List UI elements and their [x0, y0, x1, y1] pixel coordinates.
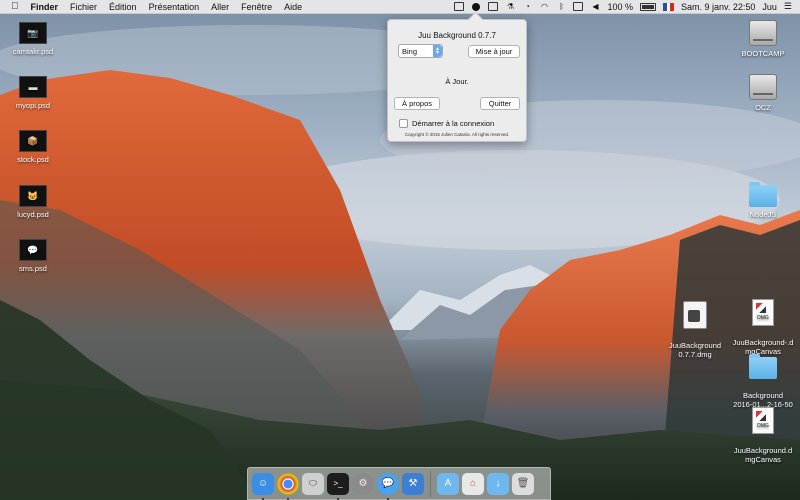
about-button[interactable]: À propos: [394, 97, 440, 110]
desktop-file-sms[interactable]: 💬 sms.psd: [0, 239, 68, 273]
dmg-file-icon: [683, 301, 707, 329]
flag-fr-icon[interactable]: [663, 2, 675, 11]
app-icon[interactable]: [488, 2, 499, 11]
desktop-item-label: OCZ: [755, 103, 771, 112]
source-select[interactable]: Bing ▴ ▾: [398, 44, 443, 58]
timemachine-icon[interactable]: ◔: [522, 2, 532, 11]
psd-thumbnail-icon: 🐱: [19, 185, 47, 207]
psd-thumbnail-icon: 📷: [19, 22, 47, 44]
hard-drive-icon: [749, 74, 777, 100]
checkbox-box[interactable]: [399, 119, 408, 128]
desktop-file-dmgcanvas-2[interactable]: DMG JuuBackground.d mgCanvas: [728, 398, 798, 473]
volume-icon[interactable]: ◀: [590, 2, 600, 11]
desktop-file-camtakr[interactable]: 📷 camtakr.psd: [0, 22, 68, 56]
battery-icon[interactable]: [640, 2, 657, 11]
desktop-file-label: myopi.psd: [15, 101, 51, 110]
psd-thumbnail-icon: 💬: [19, 239, 47, 261]
hard-drive-icon: [749, 20, 777, 46]
dock-system-preferences-icon[interactable]: ⚙: [352, 472, 374, 495]
desktop-file-label: camtakr.psd: [12, 47, 54, 56]
desktop-file-stock[interactable]: 📦 stock.psd: [0, 130, 68, 164]
desktop-file-label: sms.psd: [19, 264, 47, 273]
chevron-updown-icon: ▴ ▾: [433, 45, 442, 57]
dock-downloads-folder-icon[interactable]: ↓: [487, 472, 509, 495]
source-select-value: Bing: [402, 46, 418, 56]
dock-xcode-icon[interactable]: ⚒: [402, 472, 424, 495]
desktop-file-lucyd[interactable]: 🐱 lucyd.psd: [0, 185, 68, 219]
folder-icon: [749, 182, 777, 207]
psd-thumbnail-icon: ▬: [19, 76, 47, 98]
dock-trash-icon[interactable]: 🗑: [512, 472, 534, 495]
psd-thumbnail-icon: 📦: [19, 130, 47, 152]
menu-aide[interactable]: Aide: [278, 2, 308, 12]
juu-background-popover: Juu Background 0.7.7 Bing ▴ ▾ Mise à jour…: [387, 19, 527, 142]
clock[interactable]: Sam. 9 janv. 22:50: [681, 2, 755, 12]
menu-edition[interactable]: Édition: [103, 2, 143, 12]
user-menu[interactable]: Juu: [762, 2, 777, 12]
menu-fichier[interactable]: Fichier: [64, 2, 103, 12]
dock-chrome-icon[interactable]: ◉: [277, 472, 299, 500]
battery-percent[interactable]: 100 %: [607, 2, 633, 12]
status-text: À Jour.: [445, 77, 469, 86]
menu-app-finder[interactable]: Finder: [25, 2, 65, 12]
popover-title: Juu Background 0.7.7: [418, 31, 496, 40]
copyright-text: Copyright © 2015 Julien Catania. All rig…: [404, 132, 510, 137]
menu-presentation[interactable]: Présentation: [143, 2, 206, 12]
screen-icon[interactable]: [454, 2, 465, 11]
wrench-icon[interactable]: ⚗: [505, 2, 515, 11]
desktop-file-label: lucyd.psd: [17, 210, 49, 219]
apple-icon[interactable]: : [8, 1, 25, 12]
desktop-folder-nodejs[interactable]: NodeJS: [728, 182, 798, 219]
desktop-item-label: JuuBackground.d mgCanvas: [733, 446, 793, 464]
update-button[interactable]: Mise à jour: [468, 45, 520, 58]
dock-messages-icon[interactable]: 💬: [377, 472, 399, 500]
dock-terminal-icon[interactable]: >_: [327, 472, 349, 500]
dmgcanvas-file-icon: DMG: [752, 407, 774, 434]
wifi-icon[interactable]: ◠: [539, 2, 549, 11]
desktop-drive-bootcamp[interactable]: BOOTCAMP: [728, 20, 798, 58]
login-checkbox[interactable]: Démarrer à la connexion: [399, 119, 494, 128]
desktop-drive-ocz[interactable]: OCZ: [728, 74, 798, 112]
dock-finder-icon[interactable]: ☺: [252, 472, 274, 500]
desktop-item-label: BOOTCAMP: [741, 49, 785, 58]
dmgcanvas-file-icon: DMG: [752, 299, 774, 326]
bluetooth-icon[interactable]: ᛒ: [556, 2, 566, 11]
dock-disk-utility-icon[interactable]: ⬭: [302, 472, 324, 495]
keyboard-icon[interactable]: [573, 2, 584, 11]
dock-home-folder-icon[interactable]: ⌂: [462, 472, 484, 495]
dock: ☺ ◉ ⬭ >_ ⚙ 💬 ⚒ A ⌂ ↓ 🗑: [247, 467, 551, 500]
menu-aller[interactable]: Aller: [205, 2, 235, 12]
folder-icon: [749, 354, 777, 379]
desktop-file-dmg[interactable]: JuuBackground 0.7.7.dmg: [660, 292, 730, 368]
desktop-item-label: NodeJS: [749, 210, 777, 219]
login-checkbox-label: Démarrer à la connexion: [412, 119, 495, 128]
desktop-file-label: stock.psd: [17, 155, 49, 164]
menu-fenetre[interactable]: Fenêtre: [235, 2, 278, 12]
dock-applications-folder-icon[interactable]: A: [437, 472, 459, 495]
dock-separator: [430, 470, 431, 497]
juu-background-icon[interactable]: [471, 2, 481, 11]
quit-button[interactable]: Quitter: [480, 97, 520, 110]
desktop-file-myopi[interactable]: ▬ myopi.psd: [0, 76, 68, 110]
desktop-item-label: JuuBackground 0.7.7.dmg: [668, 341, 722, 359]
menu-bar:  Finder Fichier Édition Présentation Al…: [0, 0, 800, 14]
menu-list-icon[interactable]: ☰: [784, 1, 792, 12]
